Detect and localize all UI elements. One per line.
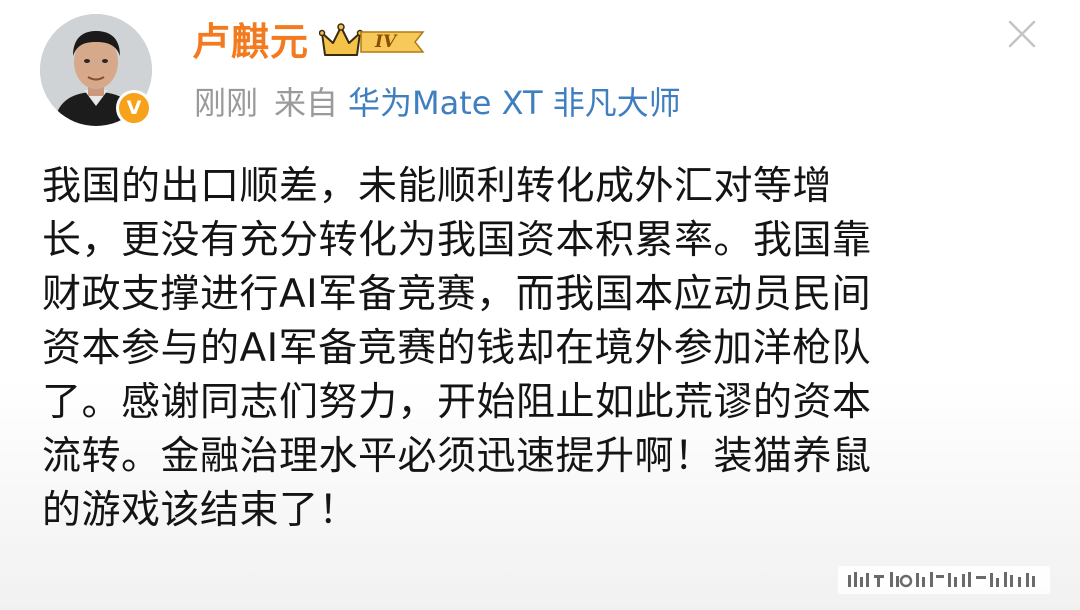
post-text-line: 流转。金融治理水平必须迅速提升啊！装猫养鼠 bbox=[42, 434, 872, 479]
post-time: 刚刚 bbox=[194, 84, 259, 122]
verified-badge-icon: V bbox=[116, 90, 152, 126]
post-text-line: 财政支撑进行AI军备竞赛，而我国本应动员民间 bbox=[42, 272, 872, 317]
post-text-line: 长，更没有充分转化为我国资本积累率。我国靠 bbox=[42, 218, 872, 263]
watermark-icon bbox=[848, 572, 1035, 588]
post-content: 我国的出口顺差，未能顺利转化成外汇对等增 长，更没有充分转化为我国资本积累率。我… bbox=[42, 160, 1038, 538]
post-text-line: 了。感谢同志们努力，开始阻止如此荒谬的资本 bbox=[42, 380, 872, 425]
post-meta: 刚刚 来自 华为Mate XT 非凡大师 bbox=[194, 78, 681, 128]
close-icon bbox=[1008, 20, 1036, 48]
post-header: 卢麒元 IV bbox=[192, 14, 431, 70]
watermark-logo bbox=[838, 566, 1050, 594]
post-text-line: 的游戏该结束了！ bbox=[42, 488, 359, 533]
username[interactable]: 卢麒元 bbox=[192, 14, 309, 70]
post-text-line: 资本参与的AI军备竞赛的钱却在境外参加洋枪队 bbox=[42, 326, 872, 371]
post-text-line: 我国的出口顺差，未能顺利转化成外汇对等增 bbox=[42, 164, 833, 209]
close-button[interactable] bbox=[1004, 16, 1040, 52]
level-text: IV bbox=[375, 32, 397, 52]
avatar-container[interactable]: V bbox=[40, 14, 152, 126]
source-label: 来自 bbox=[274, 84, 339, 122]
source-device-link[interactable]: 华为Mate XT 非凡大师 bbox=[348, 78, 681, 128]
level-badge[interactable]: IV bbox=[319, 23, 431, 60]
